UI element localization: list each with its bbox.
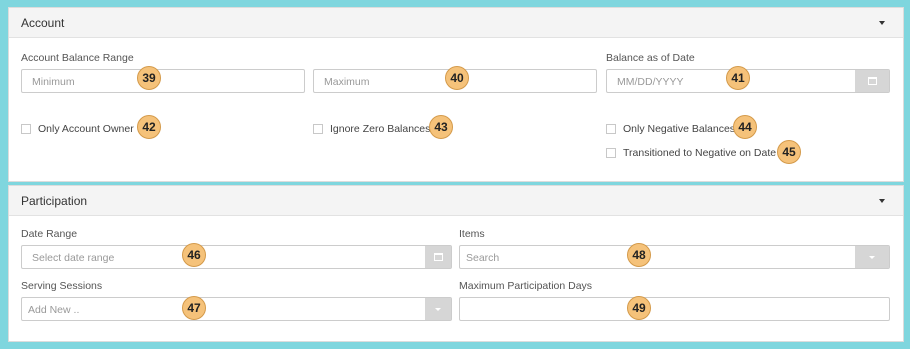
chevron-down-icon [869,255,875,259]
serving-sessions-placeholder: Add New .. [28,304,80,316]
badge-44: 44 [733,115,757,139]
chevron-down-icon[interactable] [879,21,885,25]
chevron-down-icon[interactable] [879,199,885,203]
only-account-owner-checkbox[interactable]: Only Account Owner [21,123,134,135]
maximum-placeholder: Maximum [324,76,370,88]
account-panel: Account Account Balance Range Minimum Ma… [8,7,904,182]
badge-48: 48 [627,243,651,267]
checkbox-box[interactable] [21,124,31,134]
max-participation-days-label: Maximum Participation Days [459,280,593,292]
chevron-down-icon [435,307,441,311]
participation-panel-title: Participation [21,194,88,208]
minimum-balance-input[interactable]: Minimum [21,69,305,93]
badge-47: 47 [182,296,206,320]
minimum-placeholder: Minimum [32,76,75,88]
items-select[interactable]: Search [459,245,890,269]
ignore-zero-balances-checkbox[interactable]: Ignore Zero Balances [313,123,430,135]
items-dropdown-button[interactable] [855,246,889,268]
date-placeholder: MM/DD/YYYY [617,76,684,88]
date-range-label: Date Range [21,228,78,240]
checkbox-box[interactable] [606,124,616,134]
badge-46: 46 [182,243,206,267]
serving-sessions-select[interactable]: Add New .. [21,297,452,321]
calendar-icon [433,253,443,261]
items-placeholder: Search [466,252,500,264]
badge-49: 49 [627,296,651,320]
transitioned-negative-checkbox[interactable]: Transitioned to Negative on Date [606,147,776,159]
checkbox-box[interactable] [313,124,323,134]
checkbox-label: Only Negative Balances [623,123,736,135]
serving-sessions-dropdown-button[interactable] [425,298,451,320]
badge-42: 42 [137,115,161,139]
badge-40: 40 [445,66,469,90]
account-panel-title: Account [21,16,65,30]
date-range-placeholder: Select date range [32,252,115,264]
balance-date-label: Balance as of Date [606,52,695,64]
checkbox-label: Only Account Owner [38,123,134,135]
only-negative-balances-checkbox[interactable]: Only Negative Balances [606,123,735,135]
participation-panel-header[interactable]: Participation [9,186,903,216]
calendar-icon [867,77,877,85]
checkbox-box[interactable] [606,148,616,158]
date-range-input[interactable]: Select date range [21,245,452,269]
badge-39: 39 [137,66,161,90]
serving-sessions-label: Serving Sessions [21,280,103,292]
checkbox-label: Ignore Zero Balances [330,123,431,135]
calendar-button[interactable] [855,70,889,92]
account-panel-header[interactable]: Account [9,8,903,38]
badge-45: 45 [777,140,801,164]
badge-41: 41 [726,66,750,90]
checkbox-label: Transitioned to Negative on Date [623,147,777,159]
participation-panel: Participation Date Range Select date ran… [8,185,904,342]
balance-range-label: Account Balance Range [21,52,134,64]
calendar-button[interactable] [425,246,451,268]
max-participation-days-input[interactable] [459,297,890,321]
items-label: Items [459,228,485,240]
badge-43: 43 [429,115,453,139]
